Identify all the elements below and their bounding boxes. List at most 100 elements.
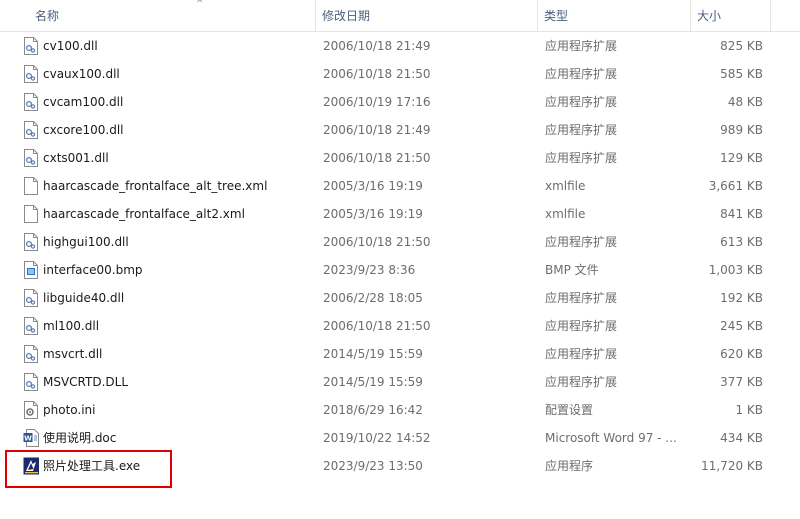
- file-name: cv100.dll: [43, 39, 98, 53]
- column-header-size-label: 大小: [697, 9, 722, 23]
- dll-file-icon: [23, 317, 39, 335]
- dll-file-icon: [23, 289, 39, 307]
- file-size: 48 KB: [727, 95, 763, 109]
- svg-text:W: W: [24, 435, 32, 443]
- file-type: Microsoft Word 97 - ...: [545, 431, 677, 445]
- file-name: libguide40.dll: [43, 291, 125, 305]
- file-type: 应用程序扩展: [545, 123, 618, 137]
- column-header-type-label: 类型: [544, 9, 569, 23]
- file-row[interactable]: cv100.dll 2006/10/18 21:49 应用程序扩展 825 KB: [0, 32, 800, 60]
- file-row[interactable]: msvcrt.dll 2014/5/19 15:59 应用程序扩展 620 KB: [0, 340, 800, 368]
- file-modified: 2006/10/18 21:49: [323, 39, 431, 53]
- file-modified: 2006/2/28 18:05: [323, 291, 423, 305]
- sort-ascending-icon: ^: [196, 0, 204, 9]
- file-name: cvcam100.dll: [43, 95, 124, 109]
- column-header-modified-label: 修改日期: [322, 9, 371, 23]
- dll-file-icon: [23, 93, 39, 111]
- column-header-name[interactable]: 名称 ^: [29, 0, 316, 31]
- file-type: xmlfile: [545, 179, 586, 193]
- file-name: 使用说明.doc: [43, 431, 117, 445]
- file-size: 192 KB: [720, 291, 763, 305]
- file-modified: 2023/9/23 8:36: [323, 263, 416, 277]
- file-row[interactable]: haarcascade_frontalface_alt2.xml 2005/3/…: [0, 200, 800, 228]
- ini-file-icon: [23, 401, 39, 419]
- file-size: 989 KB: [720, 123, 763, 137]
- file-type: 应用程序扩展: [545, 291, 618, 305]
- file-type: xmlfile: [545, 207, 586, 221]
- file-modified: 2023/9/23 13:50: [323, 459, 423, 473]
- file-row[interactable]: photo.ini 2018/6/29 16:42 配置设置 1 KB: [0, 396, 800, 424]
- file-modified: 2014/5/19 15:59: [323, 347, 423, 361]
- exe-app-icon: [23, 457, 39, 475]
- bmp-file-icon: [23, 261, 39, 279]
- file-size: 11,720 KB: [701, 459, 763, 473]
- dll-file-icon: [23, 65, 39, 83]
- dll-file-icon: [23, 233, 39, 251]
- dll-file-icon: [23, 37, 39, 55]
- file-modified: 2018/6/29 16:42: [323, 403, 423, 417]
- file-row[interactable]: highgui100.dll 2006/10/18 21:50 应用程序扩展 6…: [0, 228, 800, 256]
- file-size: 3,661 KB: [708, 179, 763, 193]
- file-modified: 2006/10/19 17:16: [323, 95, 431, 109]
- dll-file-icon: [23, 149, 39, 167]
- file-name: ml100.dll: [43, 319, 100, 333]
- column-header-size[interactable]: 大小: [691, 0, 771, 31]
- file-type: 应用程序扩展: [545, 67, 618, 81]
- file-name: cxts001.dll: [43, 151, 109, 165]
- column-header-type[interactable]: 类型: [538, 0, 691, 31]
- file-size: 1,003 KB: [708, 263, 763, 277]
- file-type: 应用程序扩展: [545, 39, 618, 53]
- file-row[interactable]: libguide40.dll 2006/2/28 18:05 应用程序扩展 19…: [0, 284, 800, 312]
- file-name: msvcrt.dll: [43, 347, 103, 361]
- file-row[interactable]: 照片处理工具.exe 2023/9/23 13:50 应用程序 11,720 K…: [0, 452, 800, 480]
- file-row[interactable]: cvcam100.dll 2006/10/19 17:16 应用程序扩展 48 …: [0, 88, 800, 116]
- file-type: 配置设置: [545, 403, 594, 417]
- dll-file-icon: [23, 345, 39, 363]
- file-type: 应用程序扩展: [545, 319, 618, 333]
- word-doc-icon: W: [23, 429, 39, 447]
- file-name: photo.ini: [43, 403, 96, 417]
- file-modified: 2006/10/18 21:50: [323, 319, 431, 333]
- xml-file-icon: [23, 205, 39, 223]
- file-type: 应用程序扩展: [545, 375, 618, 389]
- file-modified: 2005/3/16 19:19: [323, 179, 423, 193]
- file-size: 377 KB: [720, 375, 763, 389]
- column-header-bar: 名称 ^ 修改日期 类型 大小: [0, 0, 800, 32]
- file-type: 应用程序扩展: [545, 151, 618, 165]
- dll-file-icon: [23, 373, 39, 391]
- file-name: 照片处理工具.exe: [43, 459, 141, 473]
- file-size: 129 KB: [720, 151, 763, 165]
- file-type: 应用程序扩展: [545, 95, 618, 109]
- file-type: 应用程序: [545, 459, 594, 473]
- file-size: 613 KB: [720, 235, 763, 249]
- file-type: 应用程序扩展: [545, 235, 618, 249]
- file-modified: 2019/10/22 14:52: [323, 431, 431, 445]
- file-size: 620 KB: [720, 347, 763, 361]
- file-name: MSVCRTD.DLL: [43, 375, 129, 389]
- file-type: BMP 文件: [545, 263, 599, 277]
- xml-file-icon: [23, 177, 39, 195]
- file-type: 应用程序扩展: [545, 347, 618, 361]
- file-size: 825 KB: [720, 39, 763, 53]
- file-modified: 2005/3/16 19:19: [323, 207, 423, 221]
- file-name: cvaux100.dll: [43, 67, 120, 81]
- file-name: haarcascade_frontalface_alt_tree.xml: [43, 179, 268, 193]
- file-row[interactable]: MSVCRTD.DLL 2014/5/19 15:59 应用程序扩展 377 K…: [0, 368, 800, 396]
- file-size: 1 KB: [735, 403, 763, 417]
- file-size: 245 KB: [720, 319, 763, 333]
- file-modified: 2006/10/18 21:50: [323, 151, 431, 165]
- file-modified: 2006/10/18 21:49: [323, 123, 431, 137]
- file-row[interactable]: cxts001.dll 2006/10/18 21:50 应用程序扩展 129 …: [0, 144, 800, 172]
- file-name: interface00.bmp: [43, 263, 143, 277]
- file-row[interactable]: cvaux100.dll 2006/10/18 21:50 应用程序扩展 585…: [0, 60, 800, 88]
- file-row[interactable]: cxcore100.dll 2006/10/18 21:49 应用程序扩展 98…: [0, 116, 800, 144]
- file-size: 841 KB: [720, 207, 763, 221]
- file-row[interactable]: ml100.dll 2006/10/18 21:50 应用程序扩展 245 KB: [0, 312, 800, 340]
- file-modified: 2006/10/18 21:50: [323, 235, 431, 249]
- file-row[interactable]: haarcascade_frontalface_alt_tree.xml 200…: [0, 172, 800, 200]
- dll-file-icon: [23, 121, 39, 139]
- file-row[interactable]: interface00.bmp 2023/9/23 8:36 BMP 文件 1,…: [0, 256, 800, 284]
- column-header-modified[interactable]: 修改日期: [316, 0, 538, 31]
- file-name: haarcascade_frontalface_alt2.xml: [43, 207, 245, 221]
- file-row[interactable]: W 使用说明.doc 2019/10/22 14:52 Microsoft Wo…: [0, 424, 800, 452]
